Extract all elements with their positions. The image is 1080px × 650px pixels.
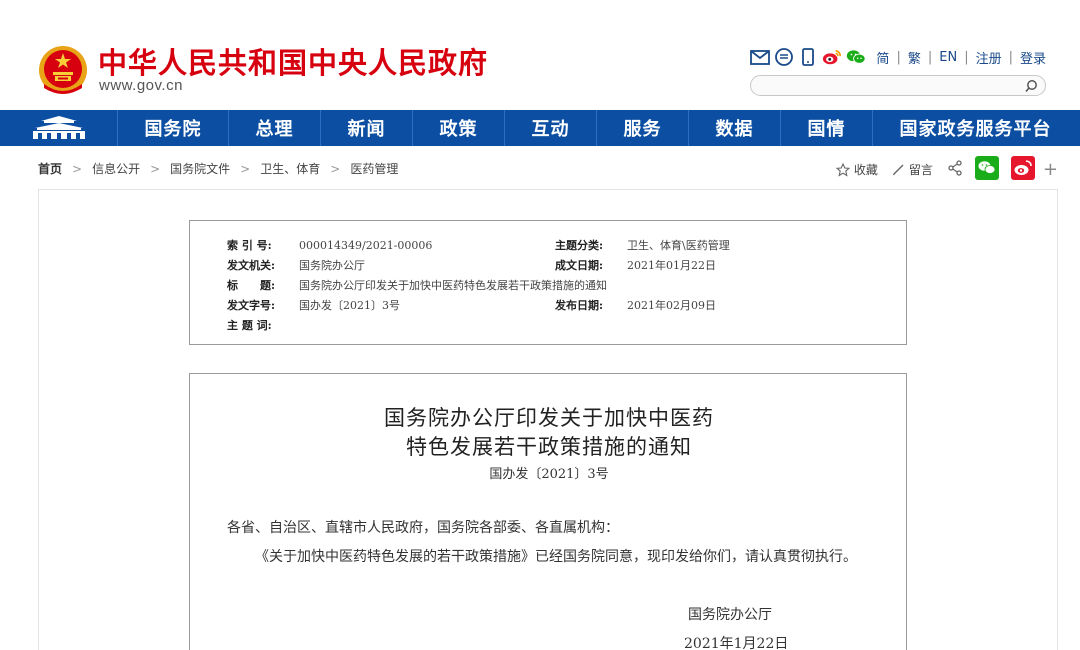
language-links: 简 | 繁 | EN | 注册 | 登录 bbox=[876, 48, 1046, 67]
nav-item-national-info[interactable]: 国情 bbox=[781, 110, 873, 146]
document-paragraph: 《关于加快中医药特色发展的若干政策措施》已经国务院同意，现印发给你们，请认真贯彻… bbox=[255, 549, 857, 565]
document-body: 国务院办公厅印发关于加快中医药 特色发展若干政策措施的通知 国办发〔2021〕3… bbox=[189, 373, 907, 650]
mobile-icon[interactable] bbox=[798, 48, 818, 66]
search-icon[interactable] bbox=[1023, 78, 1039, 94]
comment-label: 留言 bbox=[908, 163, 933, 177]
nav-item-gov-service-platform[interactable]: 国家政务服务平台 bbox=[873, 110, 1078, 146]
meta-issuer: 发文机关: 国务院办公厅 bbox=[227, 259, 365, 272]
comment-button[interactable]: 留言 bbox=[892, 161, 933, 178]
document-salutation: 各省、自治区、直辖市人民政府，国务院各部委、各直属机构： bbox=[227, 520, 619, 536]
nav-item-news[interactable]: 新闻 bbox=[321, 110, 413, 146]
document-date: 2021年1月22日 bbox=[684, 636, 789, 650]
site-name[interactable]: 中华人民共和国中央人民政府 bbox=[98, 40, 488, 82]
search-box bbox=[750, 75, 1046, 97]
simplified-link[interactable]: 简 bbox=[876, 48, 889, 67]
favorite-label: 收藏 bbox=[853, 163, 878, 177]
meta-published-date: 发布日期: 2021年02月09日 bbox=[555, 299, 716, 312]
site-header: 中华人民共和国中央人民政府 www.gov.cn 简 | 繁 | EN | 注册… bbox=[0, 0, 1080, 110]
wechat-icon[interactable] bbox=[846, 48, 867, 66]
pen-icon bbox=[892, 164, 904, 176]
document-number: 国办发〔2021〕3号 bbox=[489, 467, 609, 482]
favorite-button[interactable]: 收藏 bbox=[835, 161, 878, 178]
mail-icon[interactable] bbox=[750, 48, 771, 66]
nav-item-service[interactable]: 服务 bbox=[597, 110, 689, 146]
separator: | bbox=[896, 49, 901, 65]
meta-category: 主题分类: 卫生、体育\医药管理 bbox=[555, 239, 730, 252]
share-icon[interactable] bbox=[947, 160, 963, 179]
breadcrumb-health-sports[interactable]: 卫生、体育 bbox=[260, 160, 320, 177]
meta-doc-number: 发文字号: 国办发〔2021〕3号 bbox=[227, 299, 400, 312]
chevron-right-icon: > bbox=[240, 161, 251, 176]
message-icon[interactable] bbox=[774, 48, 794, 66]
separator: | bbox=[927, 49, 933, 65]
star-icon bbox=[835, 162, 850, 177]
weibo-icon[interactable] bbox=[822, 48, 842, 66]
wechat-icon[interactable] bbox=[974, 156, 999, 183]
chevron-right-icon: > bbox=[72, 161, 83, 176]
chevron-right-icon: > bbox=[150, 161, 161, 176]
register-link[interactable]: 注册 bbox=[976, 48, 1002, 67]
nav-home[interactable] bbox=[0, 110, 118, 146]
weibo-icon[interactable] bbox=[1010, 156, 1035, 183]
document-signature: 国务院办公厅 bbox=[688, 607, 772, 623]
document-title-line-2: 特色发展若干政策措施的通知 bbox=[406, 435, 692, 459]
tiananmen-icon bbox=[32, 116, 85, 139]
login-link[interactable]: 登录 bbox=[1020, 48, 1046, 67]
separator: | bbox=[964, 49, 969, 65]
nav-item-policy[interactable]: 政策 bbox=[413, 110, 505, 146]
breadcrumb: 首页 > 信息公开 > 国务院文件 > 卫生、体育 > 医药管理 bbox=[38, 160, 398, 177]
national-emblem-icon[interactable] bbox=[38, 44, 88, 96]
main-nav: 国务院 总理 新闻 政策 互动 服务 数据 国情 国家政务服务平台 bbox=[0, 110, 1080, 146]
document-title-line-1: 国务院办公厅印发关于加快中医药 bbox=[384, 406, 714, 430]
meta-created-date: 成文日期: 2021年01月22日 bbox=[555, 259, 716, 272]
nav-item-premier[interactable]: 总理 bbox=[229, 110, 321, 146]
top-tools: 简 | 繁 | EN | 注册 | 登录 bbox=[750, 47, 1046, 67]
breadcrumb-home[interactable]: 首页 bbox=[38, 160, 62, 177]
site-url[interactable]: www.gov.cn bbox=[99, 77, 183, 94]
separator: | bbox=[1008, 49, 1013, 65]
breadcrumb-state-council-docs[interactable]: 国务院文件 bbox=[170, 160, 230, 177]
nav-item-state-council[interactable]: 国务院 bbox=[118, 110, 229, 146]
search-input[interactable] bbox=[751, 77, 1011, 97]
meta-keywords: 主 题 词: bbox=[227, 319, 272, 332]
nav-item-interaction[interactable]: 互动 bbox=[505, 110, 597, 146]
more-share-button[interactable]: + bbox=[1043, 159, 1058, 180]
nav-item-data[interactable]: 数据 bbox=[689, 110, 781, 146]
breadcrumb-info-disclosure[interactable]: 信息公开 bbox=[92, 160, 140, 177]
chevron-right-icon: > bbox=[330, 161, 341, 176]
traditional-link[interactable]: 繁 bbox=[908, 48, 921, 67]
meta-title: 标 题: 国务院办公厅印发关于加快中医药特色发展若干政策措施的通知 bbox=[227, 279, 607, 292]
english-link[interactable]: EN bbox=[939, 50, 957, 65]
share-bar: 收藏 留言 + bbox=[835, 156, 1058, 183]
document-metadata: 索 引 号: 000014349/2021-00006 主题分类: 卫生、体育\医药… bbox=[189, 220, 907, 345]
meta-index: 索 引 号: 000014349/2021-00006 bbox=[227, 239, 433, 252]
breadcrumb-medicine-management[interactable]: 医药管理 bbox=[350, 160, 398, 177]
